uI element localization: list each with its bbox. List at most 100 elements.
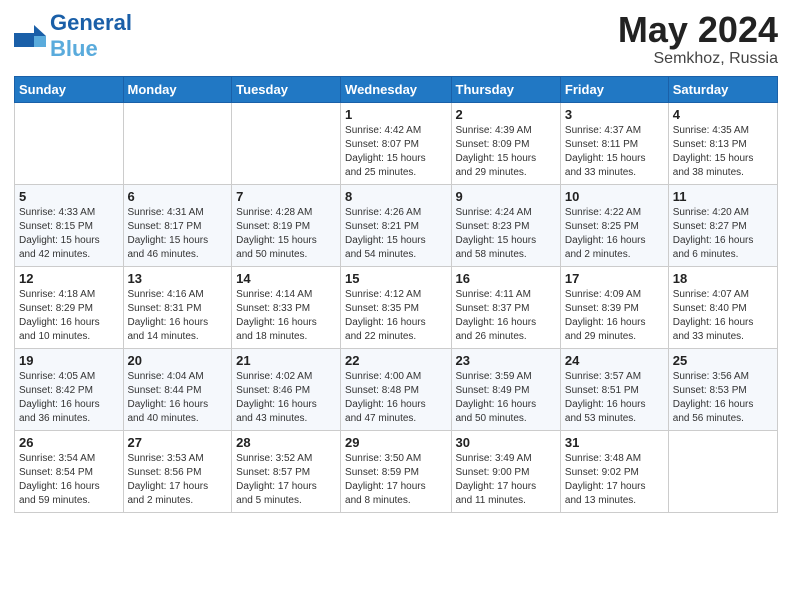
day-number: 13 (128, 271, 228, 286)
day-info: Sunrise: 4:14 AM Sunset: 8:33 PM Dayligh… (236, 288, 336, 344)
calendar-cell: 11 Sunrise: 4:20 AM Sunset: 8:27 PM Dayli… (668, 184, 777, 266)
day-number: 16 (456, 271, 556, 286)
day-info: Sunrise: 4:31 AM Sunset: 8:17 PM Dayligh… (128, 206, 228, 262)
calendar-cell: 29 Sunrise: 3:50 AM Sunset: 8:59 PM Dayli… (341, 430, 451, 512)
col-monday: Monday (123, 76, 232, 102)
day-info: Sunrise: 3:50 AM Sunset: 8:59 PM Dayligh… (345, 452, 446, 508)
logo-icon (14, 25, 46, 47)
calendar-cell: 26 Sunrise: 3:54 AM Sunset: 8:54 PM Dayli… (15, 430, 124, 512)
calendar-cell: 25Sunrise: 3:56 AM Sunset: 8:53 PM Dayli… (668, 348, 777, 430)
col-friday: Friday (560, 76, 668, 102)
calendar-cell: 2Sunrise: 4:39 AM Sunset: 8:09 PM Daylig… (451, 102, 560, 184)
calendar-week-row: 1 Sunrise: 4:42 AM Sunset: 8:07 PM Daylig… (15, 102, 778, 184)
calendar-table: Sunday Monday Tuesday Wednesday Thursday… (14, 76, 778, 513)
day-number: 23 (456, 353, 556, 368)
day-info: Sunrise: 4:28 AM Sunset: 8:19 PM Dayligh… (236, 206, 336, 262)
calendar-cell: 6 Sunrise: 4:31 AM Sunset: 8:17 PM Daylig… (123, 184, 232, 266)
col-sunday: Sunday (15, 76, 124, 102)
calendar-cell: 22 Sunrise: 4:00 AM Sunset: 8:48 PM Dayli… (341, 348, 451, 430)
calendar-cell: 28Sunrise: 3:52 AM Sunset: 8:57 PM Dayli… (232, 430, 341, 512)
day-number: 9 (456, 189, 556, 204)
subtitle: Semkhoz, Russia (618, 50, 778, 68)
day-info: Sunrise: 4:07 AM Sunset: 8:40 PM Dayligh… (673, 288, 773, 344)
day-number: 19 (19, 353, 119, 368)
calendar-cell: 16 Sunrise: 4:11 AM Sunset: 8:37 PM Dayli… (451, 266, 560, 348)
day-number: 6 (128, 189, 228, 204)
day-info: Sunrise: 3:48 AM Sunset: 9:02 PM Dayligh… (565, 452, 664, 508)
calendar-cell (232, 102, 341, 184)
calendar-cell (123, 102, 232, 184)
day-info: Sunrise: 3:49 AM Sunset: 9:00 PM Dayligh… (456, 452, 556, 508)
day-number: 11 (673, 189, 773, 204)
day-number: 26 (19, 435, 119, 450)
day-number: 8 (345, 189, 446, 204)
day-number: 27 (128, 435, 228, 450)
calendar-cell: 13Sunrise: 4:16 AM Sunset: 8:31 PM Dayli… (123, 266, 232, 348)
day-number: 12 (19, 271, 119, 286)
header: GeneralBlue May 2024 Semkhoz, Russia (14, 10, 778, 68)
calendar-cell: 12 Sunrise: 4:18 AM Sunset: 8:29 PM Dayli… (15, 266, 124, 348)
calendar-week-row: 19 Sunrise: 4:05 AM Sunset: 8:42 PM Dayli… (15, 348, 778, 430)
calendar-cell: 30 Sunrise: 3:49 AM Sunset: 9:00 PM Dayli… (451, 430, 560, 512)
calendar-cell: 9Sunrise: 4:24 AM Sunset: 8:23 PM Daylig… (451, 184, 560, 266)
title-section: May 2024 Semkhoz, Russia (618, 10, 778, 68)
day-number: 5 (19, 189, 119, 204)
day-number: 10 (565, 189, 664, 204)
day-info: Sunrise: 4:00 AM Sunset: 8:48 PM Dayligh… (345, 370, 446, 426)
day-info: Sunrise: 4:26 AM Sunset: 8:21 PM Dayligh… (345, 206, 446, 262)
day-info: Sunrise: 4:12 AM Sunset: 8:35 PM Dayligh… (345, 288, 446, 344)
logo: GeneralBlue (14, 10, 132, 62)
col-wednesday: Wednesday (341, 76, 451, 102)
day-number: 30 (456, 435, 556, 450)
calendar-week-row: 26 Sunrise: 3:54 AM Sunset: 8:54 PM Dayli… (15, 430, 778, 512)
col-saturday: Saturday (668, 76, 777, 102)
day-info: Sunrise: 3:54 AM Sunset: 8:54 PM Dayligh… (19, 452, 119, 508)
day-number: 28 (236, 435, 336, 450)
calendar-week-row: 12 Sunrise: 4:18 AM Sunset: 8:29 PM Dayli… (15, 266, 778, 348)
calendar-cell: 1 Sunrise: 4:42 AM Sunset: 8:07 PM Daylig… (341, 102, 451, 184)
calendar-cell: 4Sunrise: 4:35 AM Sunset: 8:13 PM Daylig… (668, 102, 777, 184)
day-number: 1 (345, 107, 446, 122)
page: GeneralBlue May 2024 Semkhoz, Russia Sun… (0, 0, 792, 612)
day-number: 22 (345, 353, 446, 368)
day-info: Sunrise: 4:04 AM Sunset: 8:44 PM Dayligh… (128, 370, 228, 426)
day-number: 31 (565, 435, 664, 450)
day-number: 7 (236, 189, 336, 204)
day-number: 17 (565, 271, 664, 286)
day-info: Sunrise: 3:57 AM Sunset: 8:51 PM Dayligh… (565, 370, 664, 426)
day-number: 21 (236, 353, 336, 368)
day-info: Sunrise: 3:53 AM Sunset: 8:56 PM Dayligh… (128, 452, 228, 508)
calendar-cell: 8 Sunrise: 4:26 AM Sunset: 8:21 PM Daylig… (341, 184, 451, 266)
day-info: Sunrise: 4:37 AM Sunset: 8:11 PM Dayligh… (565, 124, 664, 180)
calendar-cell (668, 430, 777, 512)
calendar-cell: 5Sunrise: 4:33 AM Sunset: 8:15 PM Daylig… (15, 184, 124, 266)
calendar-cell: 19 Sunrise: 4:05 AM Sunset: 8:42 PM Dayli… (15, 348, 124, 430)
calendar-cell: 27 Sunrise: 3:53 AM Sunset: 8:56 PM Dayli… (123, 430, 232, 512)
calendar-cell: 17 Sunrise: 4:09 AM Sunset: 8:39 PM Dayli… (560, 266, 668, 348)
calendar-cell: 15Sunrise: 4:12 AM Sunset: 8:35 PM Dayli… (341, 266, 451, 348)
calendar-cell (15, 102, 124, 184)
day-info: Sunrise: 4:11 AM Sunset: 8:37 PM Dayligh… (456, 288, 556, 344)
day-info: Sunrise: 4:42 AM Sunset: 8:07 PM Dayligh… (345, 124, 446, 180)
calendar-cell: 18Sunrise: 4:07 AM Sunset: 8:40 PM Dayli… (668, 266, 777, 348)
col-thursday: Thursday (451, 76, 560, 102)
main-title: May 2024 (618, 10, 778, 50)
calendar-cell: 10Sunrise: 4:22 AM Sunset: 8:25 PM Dayli… (560, 184, 668, 266)
day-info: Sunrise: 4:18 AM Sunset: 8:29 PM Dayligh… (19, 288, 119, 344)
calendar-cell: 24Sunrise: 3:57 AM Sunset: 8:51 PM Dayli… (560, 348, 668, 430)
day-number: 25 (673, 353, 773, 368)
day-info: Sunrise: 4:39 AM Sunset: 8:09 PM Dayligh… (456, 124, 556, 180)
logo-text: GeneralBlue (50, 10, 132, 62)
day-number: 14 (236, 271, 336, 286)
calendar-cell: 20Sunrise: 4:04 AM Sunset: 8:44 PM Dayli… (123, 348, 232, 430)
day-info: Sunrise: 4:20 AM Sunset: 8:27 PM Dayligh… (673, 206, 773, 262)
day-number: 29 (345, 435, 446, 450)
day-number: 3 (565, 107, 664, 122)
calendar-cell: 7 Sunrise: 4:28 AM Sunset: 8:19 PM Daylig… (232, 184, 341, 266)
day-info: Sunrise: 4:09 AM Sunset: 8:39 PM Dayligh… (565, 288, 664, 344)
day-info: Sunrise: 3:59 AM Sunset: 8:49 PM Dayligh… (456, 370, 556, 426)
calendar-cell: 23 Sunrise: 3:59 AM Sunset: 8:49 PM Dayli… (451, 348, 560, 430)
day-number: 4 (673, 107, 773, 122)
col-tuesday: Tuesday (232, 76, 341, 102)
day-info: Sunrise: 4:05 AM Sunset: 8:42 PM Dayligh… (19, 370, 119, 426)
